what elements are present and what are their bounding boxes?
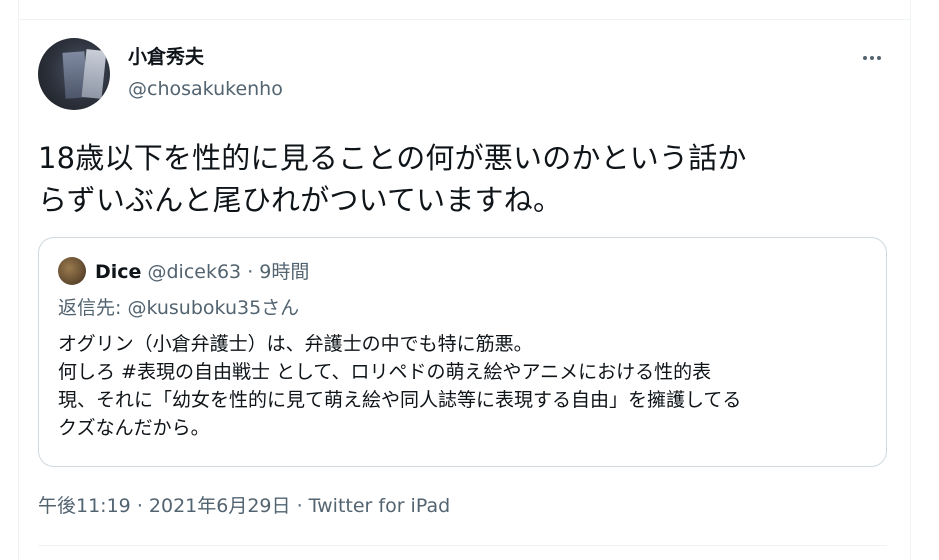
quoted-tweet-card[interactable]: Dice @dicek63 · 9時間 返信先: @kusuboku35さん オ… <box>38 237 887 467</box>
quoted-tweet-header: Dice @dicek63 · 9時間 <box>95 260 309 284</box>
quoted-tweet-text: オグリン（小倉弁護士）は、弁護士の中でも特に筋悪。 何しろ #表現の自由戦士 と… <box>58 333 742 439</box>
separator: · <box>247 261 254 283</box>
bottom-divider <box>38 545 887 546</box>
reply-to-label: 返信先: @kusuboku35さん <box>58 297 300 319</box>
separator: · <box>136 495 143 517</box>
more-horizontal-icon <box>863 56 867 60</box>
quoted-tweet-time[interactable]: 9時間 <box>259 261 309 283</box>
separator: · <box>296 495 303 517</box>
author-display-name[interactable]: 小倉秀夫 <box>128 45 204 69</box>
top-divider <box>18 19 911 20</box>
quoted-author-avatar[interactable] <box>58 257 86 285</box>
more-horizontal-icon <box>870 56 874 60</box>
tweet-metadata: 午後11:19 · 2021年6月29日 · Twitter for iPad <box>38 494 450 518</box>
quoted-author-handle[interactable]: @dicek63 <box>147 261 241 283</box>
tweet-date[interactable]: 2021年6月29日 <box>149 495 291 517</box>
more-options-button[interactable] <box>852 42 892 74</box>
quoted-author-name[interactable]: Dice <box>95 261 141 283</box>
author-handle[interactable]: @chosakukenho <box>128 77 283 101</box>
tweet-source[interactable]: Twitter for iPad <box>309 495 450 517</box>
author-avatar[interactable] <box>38 38 110 110</box>
more-horizontal-icon <box>877 56 881 60</box>
tweet-timestamp[interactable]: 午後11:19 <box>38 495 131 517</box>
tweet-text: 18歳以下を性的に見ることの何が悪いのかという話か らずいぶんと尾ひれがついてい… <box>38 141 747 217</box>
avatar-image-detail <box>81 49 107 99</box>
